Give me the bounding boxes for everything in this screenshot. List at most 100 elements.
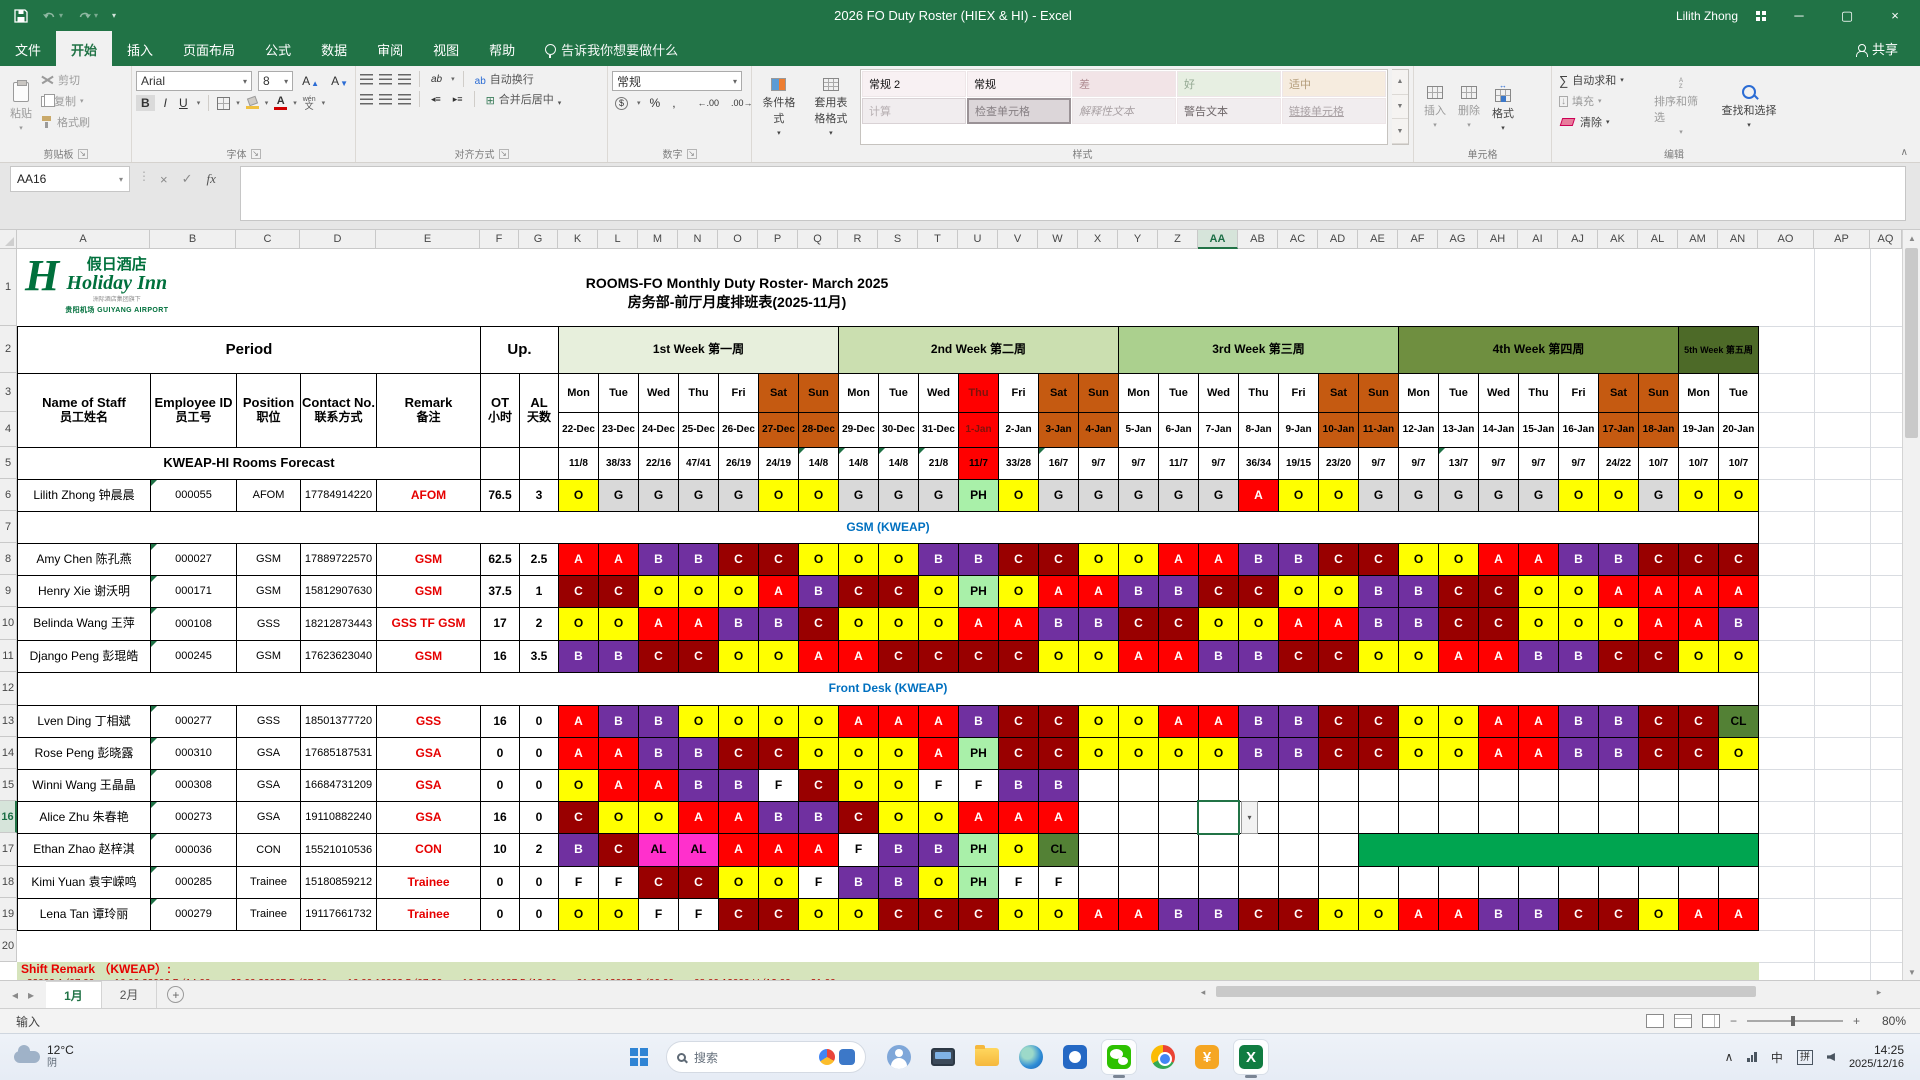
shift-W14[interactable]: C (1038, 737, 1079, 770)
forecast-2-Jan[interactable]: 33/28 (998, 447, 1039, 480)
column-header-Y[interactable]: Y (1118, 230, 1158, 249)
header-C[interactable]: Position 职位 (236, 373, 301, 448)
week-header-5[interactable]: 5th Week 第五周 (1678, 326, 1759, 374)
align-right-icon[interactable] (398, 93, 411, 105)
shift-AJ8[interactable]: B (1558, 543, 1599, 576)
cell-ot-17[interactable]: 10 (480, 833, 520, 867)
shift-AN16[interactable] (1718, 801, 1759, 834)
decrease-font-icon[interactable]: A ▼ (328, 74, 351, 88)
shift-S15[interactable]: O (878, 769, 919, 802)
shift-AJ18[interactable] (1558, 866, 1599, 899)
shift-AK14[interactable]: B (1598, 737, 1639, 770)
shift-AG18[interactable] (1438, 866, 1479, 899)
cell-forecast-label[interactable]: KWEAP-HI Rooms Forecast (17, 447, 481, 480)
shift-AN15[interactable] (1718, 769, 1759, 802)
shift-X11[interactable]: O (1078, 640, 1119, 673)
column-header-AD[interactable]: AD (1318, 230, 1358, 249)
shift-M10[interactable]: A (638, 607, 679, 641)
cell-ot-6[interactable]: 76.5 (480, 479, 520, 512)
shift-AF10[interactable]: B (1398, 607, 1439, 641)
forecast-5-Jan[interactable]: 9/7 (1118, 447, 1159, 480)
cell-position-15[interactable]: GSA (236, 769, 301, 802)
day-3-Jan[interactable]: Sat (1038, 373, 1079, 413)
undo-icon[interactable]: ▾ (42, 10, 63, 22)
cell-id-13[interactable]: 000277 (150, 705, 237, 738)
date-9-Jan[interactable]: 9-Jan (1278, 412, 1319, 448)
shift-AB10[interactable]: O (1238, 607, 1279, 641)
date-6-Jan[interactable]: 6-Jan (1158, 412, 1199, 448)
shift-R11[interactable]: A (838, 640, 879, 673)
shift-O15[interactable]: B (718, 769, 759, 802)
speaker-icon[interactable] (1826, 1053, 1835, 1061)
shift-AC8[interactable]: B (1278, 543, 1319, 576)
shift-V13[interactable]: C (998, 705, 1039, 738)
tab-review[interactable]: 审阅 (362, 31, 418, 66)
date-18-Jan[interactable]: 18-Jan (1638, 412, 1679, 448)
row-header-8[interactable]: 8 (0, 543, 17, 575)
shift-O8[interactable]: C (718, 543, 759, 576)
font-color-icon[interactable]: A (274, 96, 288, 110)
shift-AF15[interactable] (1398, 769, 1439, 802)
cell-remark-15[interactable]: GSA (376, 769, 481, 802)
shift-T10[interactable]: O (918, 607, 959, 641)
shift-S6[interactable]: G (878, 479, 919, 512)
shift-AK15[interactable] (1598, 769, 1639, 802)
cell-id-10[interactable]: 000108 (150, 607, 237, 641)
shift-AB19[interactable]: C (1238, 898, 1279, 931)
style-linked-cell[interactable]: 链接单元格 (1282, 98, 1386, 124)
taskbar-excel[interactable]: X (1234, 1040, 1268, 1078)
shift-AM10[interactable]: A (1678, 607, 1719, 641)
shift-M11[interactable]: C (638, 640, 679, 673)
shift-V19[interactable]: O (998, 898, 1039, 931)
shift-remark-band[interactable]: Shift Remark （KWEAP）:32003 A (07:00——16:… (17, 962, 1759, 980)
shift-L19[interactable]: O (598, 898, 639, 931)
cell-remark-6[interactable]: AFOM (376, 479, 481, 512)
shift-AI9[interactable]: O (1518, 575, 1559, 608)
date-12-Jan[interactable]: 12-Jan (1398, 412, 1439, 448)
shift-Q14[interactable]: O (798, 737, 839, 770)
cell-id-14[interactable]: 000310 (150, 737, 237, 770)
shift-AJ14[interactable]: B (1558, 737, 1599, 770)
shift-W18[interactable]: F (1038, 866, 1079, 899)
shift-AB11[interactable]: B (1238, 640, 1279, 673)
row-header-13[interactable]: 13 (0, 705, 17, 737)
shift-AD15[interactable] (1318, 769, 1359, 802)
shift-S10[interactable]: O (878, 607, 919, 641)
shift-AI19[interactable]: B (1518, 898, 1559, 931)
shift-V10[interactable]: A (998, 607, 1039, 641)
shift-AI18[interactable] (1518, 866, 1559, 899)
shift-AE19[interactable]: O (1358, 898, 1399, 931)
shift-AD13[interactable]: C (1318, 705, 1359, 738)
shift-AK16[interactable] (1598, 801, 1639, 834)
day-17-Jan[interactable]: Sat (1598, 373, 1639, 413)
cell-al-18[interactable]: 0 (519, 866, 559, 899)
day-20-Jan[interactable]: Tue (1718, 373, 1759, 413)
row-header-1[interactable]: 1 (0, 249, 17, 326)
shift-T8[interactable]: B (918, 543, 959, 576)
cell-id-6[interactable]: 000055 (150, 479, 237, 512)
style-normal-2[interactable]: 常规 2 (862, 71, 966, 97)
forecast-30-Dec[interactable]: 14/8 (878, 447, 919, 480)
day-27-Dec[interactable]: Sat (758, 373, 799, 413)
copy-button[interactable]: 复制 ▾ (38, 92, 93, 110)
shift-U11[interactable]: C (958, 640, 999, 673)
row-header-3[interactable]: 3 (0, 373, 17, 412)
cell-al-16[interactable]: 0 (519, 801, 559, 834)
header-B[interactable]: Employee ID 员工号 (150, 373, 237, 448)
shift-V6[interactable]: O (998, 479, 1039, 512)
shift-U9[interactable]: PH (958, 575, 999, 608)
shift-L10[interactable]: O (598, 607, 639, 641)
sheet-tab-feb[interactable]: 2月 (102, 981, 158, 1008)
forecast-22-Dec[interactable]: 11/8 (558, 447, 599, 480)
shift-AD8[interactable]: C (1318, 543, 1359, 576)
vertical-scroll-thumb[interactable] (1905, 248, 1918, 438)
shift-K15[interactable]: O (558, 769, 599, 802)
shift-AN8[interactable]: C (1718, 543, 1759, 576)
shift-N10[interactable]: A (678, 607, 719, 641)
shift-AF19[interactable]: A (1398, 898, 1439, 931)
shift-Q10[interactable]: C (798, 607, 839, 641)
forecast-24-Dec[interactable]: 22/16 (638, 447, 679, 480)
shift-Y16[interactable] (1118, 801, 1159, 834)
date-4-Jan[interactable]: 4-Jan (1078, 412, 1119, 448)
alignment-dialog-launcher[interactable]: ↘ (498, 148, 509, 159)
